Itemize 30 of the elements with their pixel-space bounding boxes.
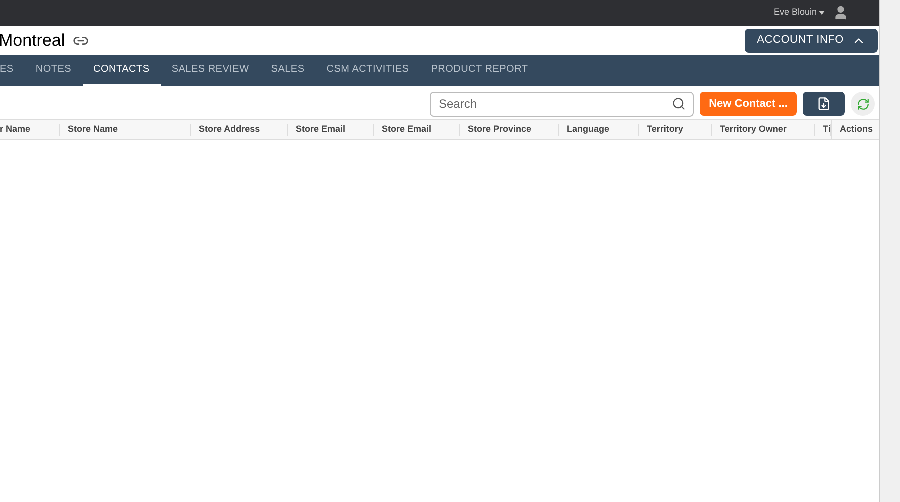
column-header[interactable]: Territory Owner xyxy=(712,124,787,136)
tab[interactable]: SALES xyxy=(260,55,316,86)
column-header[interactable]: Store Email xyxy=(374,124,432,136)
page-title: Montreal xyxy=(0,30,66,52)
user-menu[interactable]: Eve Blouin xyxy=(774,6,825,20)
tab[interactable]: SALES REVIEW xyxy=(160,55,260,86)
user-avatar-icon xyxy=(833,5,849,21)
caret-icon xyxy=(819,11,825,15)
tab[interactable]: NOTES xyxy=(24,55,83,86)
tab[interactable]: CONTACTS xyxy=(82,55,161,86)
tab[interactable]: ES xyxy=(0,55,25,86)
column-header[interactable]: r Name xyxy=(0,124,31,136)
scrollbar[interactable] xyxy=(880,0,900,502)
tab[interactable]: PRODUCT REPORT xyxy=(420,55,540,86)
refresh-icon xyxy=(856,98,870,110)
account-info-button[interactable]: ACCOUNT INFO xyxy=(745,28,878,52)
column-header[interactable]: Ti xyxy=(815,124,830,136)
file-download-icon xyxy=(817,97,831,111)
tab[interactable]: CSM ACTIVITIES xyxy=(316,55,420,86)
column-header[interactable]: Store Email xyxy=(288,124,346,136)
search-icon xyxy=(672,96,686,110)
export-button[interactable] xyxy=(803,92,845,116)
search-field[interactable]: Search xyxy=(430,92,694,116)
column-header[interactable]: Territory xyxy=(639,124,684,136)
refresh-button[interactable] xyxy=(851,92,875,116)
column-header: Actions xyxy=(840,122,874,136)
column-header[interactable]: Store Province xyxy=(460,124,532,136)
column-header[interactable]: Store Name xyxy=(60,124,118,136)
column-header[interactable]: Store Address xyxy=(191,124,260,136)
column-header[interactable]: Language xyxy=(559,124,610,136)
